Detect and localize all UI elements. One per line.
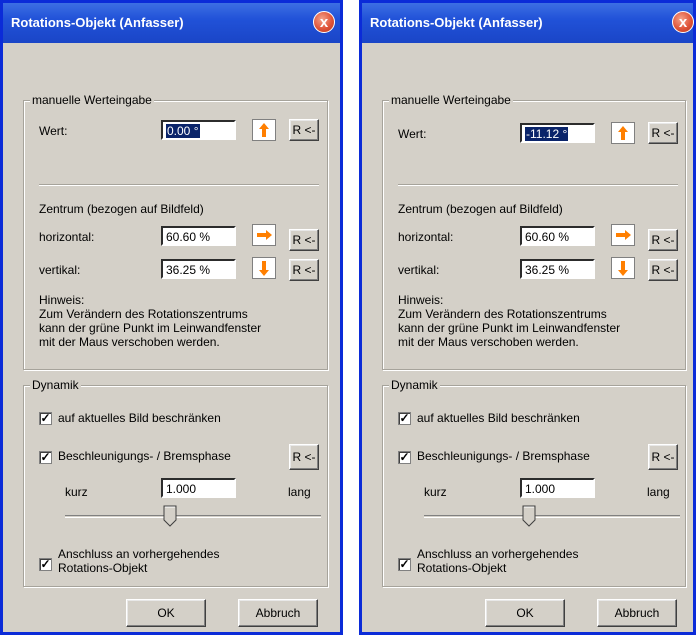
dialog-left: Rotations-Objekt (Anfasser) x manuelle W… [0, 0, 343, 635]
ok-button[interactable]: OK [485, 599, 565, 627]
hint-line: mit der Maus verschoben werden. [398, 335, 579, 349]
wert-label: Wert: [398, 127, 427, 141]
connect-previous-checkbox[interactable]: ✓ [39, 558, 52, 571]
arrow-right-icon [257, 230, 272, 240]
reset-wert-button[interactable]: R <- [648, 122, 678, 144]
acceleration-phase-label: Beschleunigungs- / Bremsphase [58, 449, 231, 463]
arrow-down-icon [618, 261, 628, 276]
reset-acceleration-button[interactable]: R <- [289, 444, 319, 470]
horizontal-input[interactable]: 60.60 % [161, 226, 236, 246]
cancel-button[interactable]: Abbruch [238, 599, 318, 627]
kurz-label: kurz [65, 485, 88, 499]
ok-button[interactable]: OK [126, 599, 206, 627]
connect-previous-label: Anschluss an vorhergehendes Rotations-Ob… [58, 547, 219, 575]
vertical-direction-button[interactable] [252, 257, 276, 279]
connect-previous-line: Anschluss an vorhergehendes [417, 547, 579, 561]
wert-input[interactable]: -11.12 ° [520, 123, 595, 143]
reset-vertikal-button[interactable]: R <- [648, 259, 678, 281]
slider-track[interactable] [65, 515, 321, 518]
acceleration-phase-checkbox[interactable]: ✓ [398, 451, 411, 464]
arrow-up-icon [259, 123, 269, 137]
restrict-current-image-checkbox[interactable]: ✓ [398, 412, 411, 425]
rotate-direction-button[interactable] [252, 119, 276, 141]
horizontal-input[interactable]: 60.60 % [520, 226, 595, 246]
reset-acceleration-button[interactable]: R <- [648, 444, 678, 470]
connect-previous-line: Rotations-Objekt [58, 561, 148, 575]
zentrum-label: Zentrum (bezogen auf Bildfeld) [39, 202, 204, 216]
acceleration-phase-label: Beschleunigungs- / Bremsphase [417, 449, 590, 463]
horizontal-direction-button[interactable] [252, 224, 276, 246]
arrow-down-icon [259, 261, 269, 276]
connect-previous-line: Rotations-Objekt [417, 561, 507, 575]
reset-horizontal-button[interactable]: R <- [289, 229, 319, 251]
connect-previous-label: Anschluss an vorhergehendes Rotations-Ob… [417, 547, 578, 575]
rotate-direction-button[interactable] [611, 122, 635, 144]
lang-label: lang [647, 485, 670, 499]
reset-wert-button[interactable]: R <- [289, 119, 319, 141]
group-dynamik-label: Dynamik [30, 378, 81, 392]
horizontal-label: horizontal: [398, 230, 454, 244]
arrow-up-icon [618, 126, 628, 140]
reset-horizontal-button[interactable]: R <- [648, 229, 678, 251]
slider-value-input[interactable]: 1.000 [161, 478, 236, 498]
group-manual-label: manuelle Werteingabe [389, 93, 513, 107]
slider-track[interactable] [424, 515, 680, 518]
group-manual-label: manuelle Werteingabe [30, 93, 154, 107]
vertikal-input[interactable]: 36.25 % [520, 259, 595, 279]
hint-line: Zum Verändern des Rotationszentrums [39, 307, 248, 321]
lang-label: lang [288, 485, 311, 499]
title-bar[interactable]: Rotations-Objekt (Anfasser) x [3, 3, 340, 43]
slider-thumb[interactable] [163, 505, 177, 527]
close-icon[interactable]: x [313, 11, 335, 33]
slider-value-input[interactable]: 1.000 [520, 478, 595, 498]
group-dynamik-label: Dynamik [389, 378, 440, 392]
wert-value: -11.12 ° [525, 127, 569, 141]
horizontal-direction-button[interactable] [611, 224, 635, 246]
slider-thumb[interactable] [522, 505, 536, 527]
close-label: x [678, 14, 688, 31]
connect-previous-line: Anschluss an vorhergehendes [58, 547, 220, 561]
title-bar[interactable]: Rotations-Objekt (Anfasser) x [362, 3, 694, 43]
acceleration-phase-checkbox[interactable]: ✓ [39, 451, 52, 464]
vertikal-label: vertikal: [39, 263, 81, 277]
vertikal-label: vertikal: [398, 263, 440, 277]
vertical-direction-button[interactable] [611, 257, 635, 279]
restrict-current-image-label: auf aktuelles Bild beschränken [417, 411, 580, 425]
connect-previous-checkbox[interactable]: ✓ [398, 558, 411, 571]
zentrum-label: Zentrum (bezogen auf Bildfeld) [398, 202, 563, 216]
horizontal-label: horizontal: [39, 230, 95, 244]
wert-label: Wert: [39, 124, 68, 138]
hint-line: mit der Maus verschoben werden. [39, 335, 220, 349]
close-icon[interactable]: x [672, 11, 694, 33]
dialog-title: Rotations-Objekt (Anfasser) [370, 15, 543, 30]
hint-text: Hinweis: Zum Verändern des Rotationszent… [398, 293, 620, 349]
dialog-right: Rotations-Objekt (Anfasser) x manuelle W… [359, 0, 696, 635]
hint-line: Zum Verändern des Rotationszentrums [398, 307, 607, 321]
hint-line: Hinweis: [398, 293, 444, 307]
arrow-right-icon [616, 230, 631, 240]
close-label: x [319, 14, 329, 31]
hint-text: Hinweis: Zum Verändern des Rotationszent… [39, 293, 261, 349]
restrict-current-image-checkbox[interactable]: ✓ [39, 412, 52, 425]
dialog-title: Rotations-Objekt (Anfasser) [11, 15, 184, 30]
wert-input[interactable]: 0.00 ° [161, 120, 236, 140]
restrict-current-image-label: auf aktuelles Bild beschränken [58, 411, 221, 425]
hint-line: Hinweis: [39, 293, 85, 307]
wert-value: 0.00 ° [166, 124, 200, 138]
vertikal-input[interactable]: 36.25 % [161, 259, 236, 279]
separator [39, 184, 319, 186]
hint-line: kann der grüne Punkt im Leinwandfenster [39, 321, 262, 335]
hint-line: kann der grüne Punkt im Leinwandfenster [398, 321, 621, 335]
kurz-label: kurz [424, 485, 447, 499]
cancel-button[interactable]: Abbruch [597, 599, 677, 627]
reset-vertikal-button[interactable]: R <- [289, 259, 319, 281]
separator [398, 184, 678, 186]
